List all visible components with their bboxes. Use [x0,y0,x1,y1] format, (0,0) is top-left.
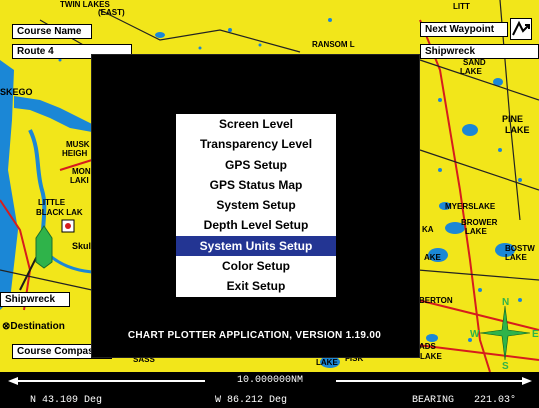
menu-item-exit-setup[interactable]: Exit Setup [176,276,336,296]
map-label-lake-small: LAKE [316,358,338,367]
map-label-myers-lake: MYERSLAKE [445,202,496,211]
bearing-label: BEARING [412,395,455,406]
map-label-pine: PINE [502,114,524,124]
map-label-litt: LITT [453,2,470,11]
map-label-brower-lake: LAKE [465,227,487,236]
map-label-ads: ADS [419,342,436,351]
menu-item-system-units-setup[interactable]: System Units Setup [176,235,336,257]
longitude-readout: W 86.212 Deg [215,395,288,406]
chart-plotter-screen: TWIN LAKES (EAST) RANSOM L SAND LAKE PIN… [0,0,539,408]
destination-label: ⊗Destination [2,321,65,332]
map-label-skul: Skul [72,241,92,251]
menu-item-color-setup[interactable]: Color Setup [176,256,336,276]
bearing-value: 221.03° [474,395,517,406]
menu-item-screen-level[interactable]: Screen Level [176,114,336,134]
map-label-muskegon: SKEGO [0,87,33,97]
map-label-height: HEIGH [62,149,88,158]
map-label-bostwick-lake: LAKE [505,253,527,262]
map-label-east: (EAST) [98,8,125,17]
waypoint-toggle-icon[interactable] [510,18,532,40]
compass-n: N [502,297,509,308]
next-waypoint-label: Next Waypoint [420,22,508,37]
compass-rose-icon: N S W E [470,297,539,370]
menu-item-gps-status-map[interactable]: GPS Status Map [176,175,336,195]
map-label-kay: KA [422,225,434,234]
map-label-lake-br: LAKE [420,352,442,361]
menu-item-system-setup[interactable]: System Setup [176,195,336,215]
map-label-little: LITTLE [38,198,66,207]
menu-item-transparency-level[interactable]: Transparency Level [176,134,336,154]
map-label-black-lake: BLACK LAK [36,208,83,217]
menu-item-gps-setup[interactable]: GPS Setup [176,155,336,175]
menu-item-depth-level-setup[interactable]: Depth Level Setup [176,215,336,235]
next-waypoint-value[interactable]: Shipwreck [420,44,539,59]
map-label-musk: MUSK [66,140,90,149]
map-label-berton: BERTON [419,296,453,305]
scale-value: 10.000000NM [236,375,303,386]
map-label-sand: SAND [463,58,486,67]
status-bar: N 43.109 Deg W 86.212 Deg BEARING 221.03… [0,391,539,408]
compass-w: W [470,329,480,340]
map-label-mon: MON [72,167,91,176]
map-label-brower: BROWER [461,218,498,227]
compass-s: S [502,361,509,370]
map-label-ake: AKE [424,253,441,262]
latitude-readout: N 43.109 Deg [30,395,103,406]
setup-menu: Screen Level Transparency Level GPS Setu… [176,114,336,297]
map-label-pine-lake: LAKE [505,125,530,135]
map-label-lak: LAKI [70,176,89,185]
shipwreck-label: Shipwreck [0,292,70,307]
map-label-ransom: RANSOM L [312,40,355,49]
compass-e: E [532,329,539,340]
course-name-label: Course Name [12,24,92,39]
map-label-bostwick: BOSTW [505,244,535,253]
version-text: CHART PLOTTER APPLICATION, VERSION 1.19.… [127,330,382,341]
map-label-sand-lake: LAKE [460,67,482,76]
pine-lake [462,124,478,136]
